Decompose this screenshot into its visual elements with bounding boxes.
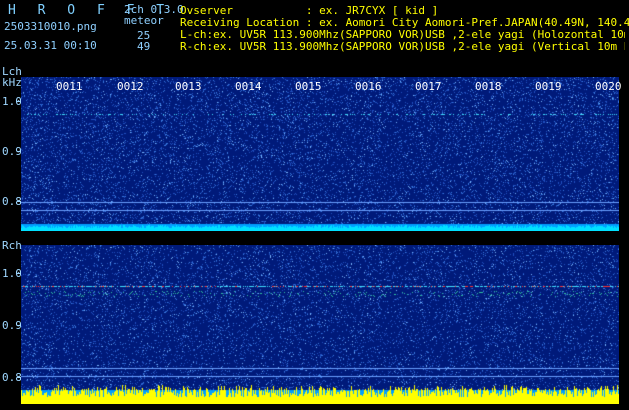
lch-spectrogram-canvas <box>21 77 619 231</box>
rch-meteor-count: 49 <box>137 40 151 53</box>
time-label-0020: 0020 <box>595 80 622 93</box>
location-info: Receiving Location : ex. Aomori City Aom… <box>180 16 629 29</box>
time-label-0012: 0012 <box>117 80 144 93</box>
time-label-0013: 0013 <box>175 80 202 93</box>
time-label-0016: 0016 <box>355 80 382 93</box>
time-label-0014: 0014 <box>235 80 262 93</box>
lch-info: L-ch:ex. UV5R 113.900Mhz(SAPPORO VOR)USB… <box>180 29 625 41</box>
file-name: 2503310010.png <box>4 20 97 33</box>
lch-spectrogram <box>21 77 619 231</box>
meteor-label: meteor <box>124 14 164 27</box>
time-label-0015: 0015 <box>295 80 322 93</box>
lch-unit-label: kHz <box>2 76 22 89</box>
time-label-0017: 0017 <box>415 80 442 93</box>
rch-channel-label: Rch <box>2 239 22 252</box>
time-label-0019: 0019 <box>535 80 562 93</box>
rch-spectrogram <box>21 245 619 404</box>
time-label-0011: 0011 <box>56 80 83 93</box>
rch-spectrogram-canvas <box>21 245 619 404</box>
time-label-0018: 0018 <box>475 80 502 93</box>
date-time: 25.03.31 00:10 <box>4 39 97 52</box>
rch-info: R-ch:ex. UV5R 113.900Mhz(SAPPORO VOR)USB… <box>180 41 625 53</box>
